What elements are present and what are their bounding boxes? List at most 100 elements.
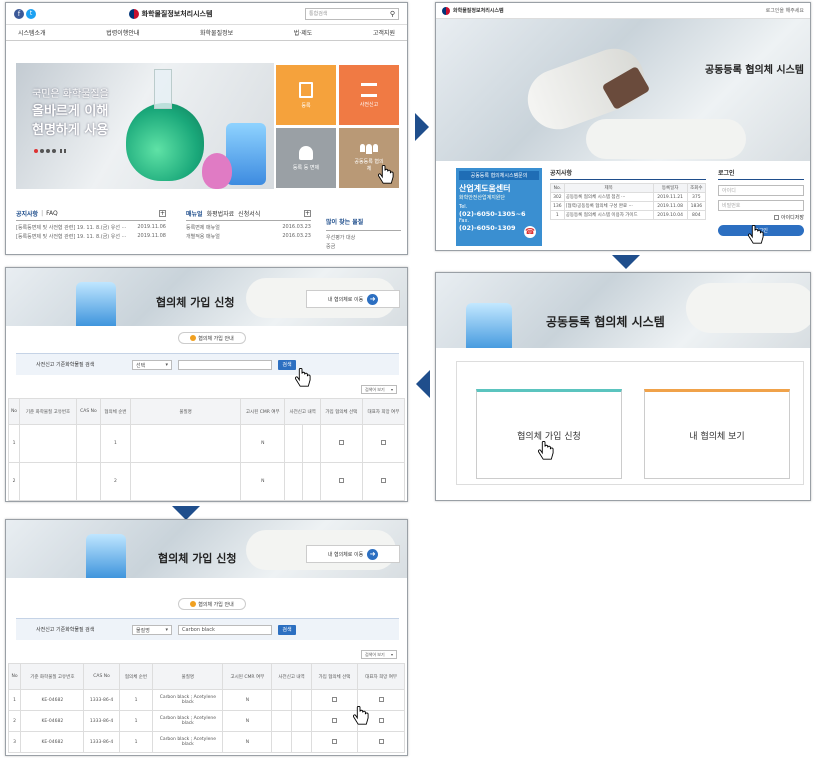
- logo-icon: [128, 8, 139, 19]
- row-checkbox[interactable]: [338, 478, 344, 483]
- facebook-icon[interactable]: f: [14, 8, 24, 19]
- sort-select[interactable]: 검색어 보기 ▾: [361, 385, 397, 394]
- results-table: No 기준 화학물질 고유번호 CAS No 협의체 순번 물질명 고시된 CMR 여부 사…: [7, 663, 405, 753]
- plus-icon[interactable]: +: [304, 210, 311, 217]
- phone-icon: ☎: [524, 226, 536, 238]
- rep-checkbox[interactable]: [378, 717, 384, 723]
- my-consortium-button[interactable]: 내 협의체로 이동 ➜: [306, 290, 400, 308]
- pointer-hand-icon: [378, 165, 394, 184]
- nav-item[interactable]: 화학물질정보: [200, 28, 233, 37]
- arrow-circle-icon: ➜: [367, 548, 379, 560]
- search-input[interactable]: [178, 359, 272, 370]
- list-item[interactable]: [등록등면제 및 사전협 관련] 19. 11. 8.(금) 유선 ··· 201…: [16, 224, 166, 231]
- row-checkbox[interactable]: [338, 440, 344, 445]
- pointer-hand-icon: [353, 706, 369, 725]
- consortium-menu-screenshot: 공동등록 협의체 시스템 협의체 가입 신청 내 협의체 보기: [435, 272, 811, 501]
- main-nav: 시스템소개 법령이행안내 화학물질정보 법·제도 고객지원: [6, 25, 407, 41]
- arrow-down-icon: [172, 506, 200, 520]
- table-row[interactable]: 11N: [7, 424, 406, 463]
- info-icon: [190, 335, 197, 341]
- tab-notice[interactable]: 공지사항: [16, 209, 38, 218]
- nav-item[interactable]: 법령이행안내: [106, 28, 139, 37]
- hero-banner: 국민은 화학물질을 올바르게 이해 현명하게 사용: [16, 63, 274, 189]
- search-input[interactable]: Carbon black: [178, 624, 272, 635]
- bell-icon: [299, 145, 313, 160]
- hero-banner: 공동등록 협의체 시스템: [436, 273, 810, 348]
- tab-law-docs[interactable]: 화평법자료: [207, 209, 235, 218]
- my-consortium-button[interactable]: 내 협의체로 이동 ➜: [306, 545, 400, 563]
- row-checkbox[interactable]: [331, 738, 337, 744]
- hero-line-2: 올바르게 이해: [32, 104, 109, 119]
- search-input[interactable]: 통합검색 ⚲: [305, 7, 399, 20]
- contact-box: 공동등록 협의체시스템문의 산업계도움센터 화학안전산업계지원단 Tel. (0…: [456, 168, 542, 246]
- hero-banner: 공동등록 협의체 시스템: [436, 19, 810, 161]
- arrow-circle-icon: ➜: [367, 293, 379, 305]
- nav-item[interactable]: 법·제도: [294, 28, 312, 37]
- join-application-card[interactable]: 협의체 가입 신청: [476, 389, 622, 479]
- row-checkbox[interactable]: [331, 696, 337, 702]
- search-type-select[interactable]: 선택 ▾: [132, 359, 172, 370]
- hero-banner: 협의체 가입 신청 내 협의체로 이동 ➜: [6, 520, 407, 578]
- table-row[interactable]: 136 [협력/공동등록 협의체 구성 완료 ··· 2019.11.08 1836: [550, 201, 707, 211]
- table-row[interactable]: 2 KE-04682 1333-86-4 1 Carbon black ; Acetyl…: [7, 710, 405, 732]
- flask-neck: [154, 69, 172, 109]
- rep-checkbox[interactable]: [378, 738, 384, 744]
- search-icon[interactable]: ⚲: [390, 10, 395, 18]
- rep-checkbox[interactable]: [380, 440, 386, 445]
- tile-register[interactable]: 등록: [276, 65, 336, 125]
- pink-flask-image: [202, 153, 232, 189]
- rep-checkbox[interactable]: [380, 478, 386, 483]
- blue-beaker-image: [226, 123, 266, 185]
- twitter-icon[interactable]: t: [26, 8, 36, 19]
- portal-screenshot: f t 화학물질정보처리시스템 통합검색 ⚲ 시스템소개 법령이행안내 화학물질…: [5, 2, 408, 255]
- table-row[interactable]: 1 KE-04682 1333-86-4 1 Carbon black ; Acetyl…: [7, 689, 405, 711]
- notice-section: 공지사항 No. 제목 등록일자 조회수 302 공동등록 협의체 시스템 점검 ···…: [550, 168, 707, 220]
- table-row[interactable]: 22N: [7, 462, 406, 501]
- table-row[interactable]: 302 공동등록 협의체 시스템 점검 ··· 2019.11.21 375: [550, 192, 707, 202]
- consortium-home-screenshot: 화학물질정보처리시스템 로그인을 해주세요 공동등록 협의체 시스템 공동등록 …: [435, 2, 811, 251]
- list-item[interactable]: [등록등면제 및 사전협 관련] 19. 11. 8.(금) 유선 ··· 201…: [16, 233, 166, 240]
- search-bar: 사전신고 기준화학물질 검색 선택 ▾ 검색: [16, 353, 399, 375]
- list-item[interactable]: 중금: [326, 243, 401, 250]
- results-table: No 기준 화학물질 고유번호 CAS No 협의체 순번 물질명 고시된 CMR 여부 사…: [7, 398, 406, 501]
- guide-button[interactable]: 협의체 가입 안내: [178, 332, 246, 344]
- hero-line-3: 현명하게 사용: [32, 123, 109, 138]
- tab-faq[interactable]: FAQ: [46, 210, 58, 217]
- plus-icon[interactable]: +: [159, 210, 166, 217]
- login-prompt-link[interactable]: 로그인을 해주세요: [766, 7, 804, 14]
- tab-forms[interactable]: 신청서식: [238, 209, 260, 218]
- logo-icon: [442, 6, 450, 15]
- table-row[interactable]: 3 KE-04682 1333-86-4 1 Carbon black ; Acetyl…: [7, 731, 405, 753]
- tile-exemption[interactable]: 등록 등 면제: [276, 128, 336, 188]
- nav-item[interactable]: 시스템소개: [18, 28, 46, 37]
- popular-substances-title: 많이 찾는 물질: [326, 219, 364, 226]
- list-item[interactable]: 우선평가 대상: [326, 234, 401, 241]
- table-row[interactable]: 1 공동등록 협의체 시스템 이용자 가이드 2019.10.04 804: [550, 210, 707, 220]
- pointer-hand-icon: [748, 225, 764, 244]
- list-item[interactable]: 등록면제 매뉴얼 2016.03.23: [186, 224, 311, 231]
- nav-item[interactable]: 고객지원: [373, 28, 395, 37]
- join-application-screenshot: 협의체 가입 신청 내 협의체로 이동 ➜ 협의체 가입 안내 사전신고 기준화…: [5, 267, 408, 502]
- search-type-select[interactable]: 물질명 ▾: [132, 624, 172, 635]
- row-checkbox[interactable]: [331, 717, 337, 723]
- sort-select[interactable]: 검색어 보기 ▾: [361, 650, 397, 659]
- rep-checkbox[interactable]: [378, 696, 384, 702]
- arrow-down-icon: [612, 255, 640, 269]
- id-field[interactable]: 아이디: [718, 185, 804, 196]
- password-field[interactable]: 비밀번호: [718, 200, 804, 211]
- page-title: 공동등록 협의체 시스템: [546, 315, 665, 329]
- document-icon: [299, 81, 313, 98]
- tab-manual[interactable]: 매뉴얼: [186, 209, 203, 218]
- green-flask-image: [126, 103, 204, 181]
- list-item[interactable]: 개별적용 매뉴얼 2016.03.23: [186, 233, 311, 240]
- guide-button[interactable]: 협의체 가입 안내: [178, 598, 246, 610]
- remember-checkbox[interactable]: [773, 215, 779, 220]
- my-consortium-card[interactable]: 내 협의체 보기: [644, 389, 790, 479]
- people-icon: [360, 144, 378, 154]
- site-title: 화학물질정보처리시스템: [141, 9, 213, 18]
- tile-prereport[interactable]: 사전신고: [339, 65, 399, 125]
- hero-banner: 협의체 가입 신청 내 협의체로 이동 ➜: [6, 268, 407, 326]
- page-title: 협의체 가입 신청: [158, 552, 237, 565]
- search-button[interactable]: 검색: [278, 624, 296, 635]
- slider-dots[interactable]: [34, 149, 66, 153]
